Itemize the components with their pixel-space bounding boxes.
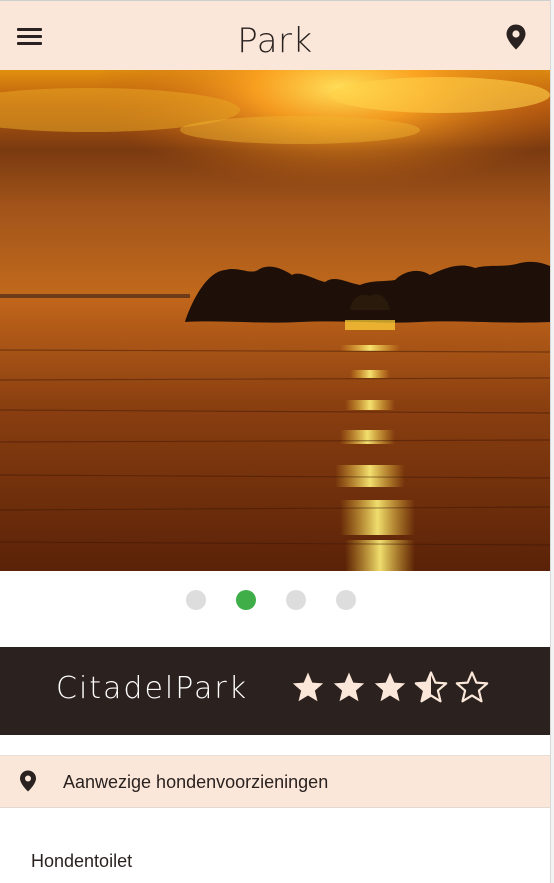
- scrollbar[interactable]: [550, 0, 554, 883]
- page-title: Park: [237, 21, 313, 61]
- star-empty-icon: [455, 671, 489, 703]
- facilities-header[interactable]: Aanwezige hondenvoorzieningen: [0, 756, 550, 808]
- facilities-label: Aanwezige hondenvoorzieningen: [63, 772, 329, 792]
- park-name: CitadelPark: [56, 671, 249, 706]
- star-full-icon: [292, 672, 324, 702]
- star-full-icon: [333, 672, 365, 702]
- rating-stars: [292, 670, 492, 706]
- star-full-icon: [374, 672, 406, 702]
- carousel-dot-2[interactable]: [236, 590, 256, 610]
- facility-item: Hondentoilet: [31, 851, 133, 871]
- carousel-image[interactable]: [0, 70, 550, 571]
- sunset-lake-photo: [0, 70, 550, 571]
- carousel-dot-3[interactable]: [286, 590, 306, 610]
- map-pin-icon: [19, 770, 37, 792]
- carousel-dot-4[interactable]: [336, 590, 356, 610]
- carousel-indicators: [0, 590, 550, 612]
- star-half-icon: [414, 671, 448, 703]
- carousel-dot-1[interactable]: [186, 590, 206, 610]
- map-pin-icon[interactable]: [505, 24, 527, 50]
- top-bar: Park: [0, 1, 550, 70]
